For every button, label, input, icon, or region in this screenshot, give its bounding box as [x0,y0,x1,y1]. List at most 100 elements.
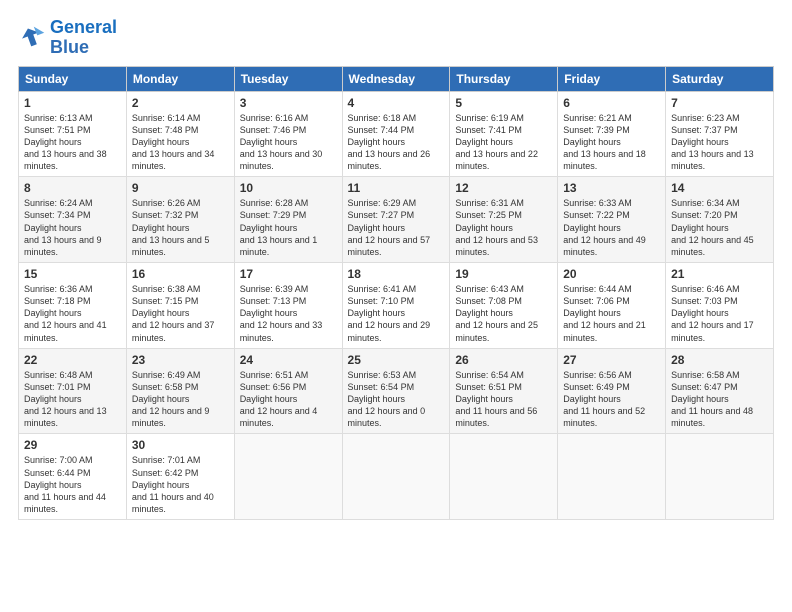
day-number: 13 [563,181,660,195]
table-row [558,434,666,520]
day-number: 17 [240,267,337,281]
table-row [234,434,342,520]
day-number: 26 [455,353,552,367]
table-row: 9 Sunrise: 6:26 AMSunset: 7:32 PMDayligh… [126,177,234,263]
logo: General Blue [18,18,117,58]
day-info: Sunrise: 6:38 AMSunset: 7:15 PMDaylight … [132,284,215,343]
table-row: 20 Sunrise: 6:44 AMSunset: 7:06 PMDaylig… [558,263,666,349]
table-row [342,434,450,520]
day-info: Sunrise: 6:41 AMSunset: 7:10 PMDaylight … [348,284,431,343]
day-number: 19 [455,267,552,281]
day-info: Sunrise: 6:54 AMSunset: 6:51 PMDaylight … [455,370,537,429]
day-number: 3 [240,96,337,110]
col-header-monday: Monday [126,66,234,91]
day-info: Sunrise: 6:44 AMSunset: 7:06 PMDaylight … [563,284,646,343]
day-info: Sunrise: 6:16 AMSunset: 7:46 PMDaylight … [240,113,323,172]
table-row: 22 Sunrise: 6:48 AMSunset: 7:01 PMDaylig… [19,348,127,434]
table-row: 13 Sunrise: 6:33 AMSunset: 7:22 PMDaylig… [558,177,666,263]
day-info: Sunrise: 6:26 AMSunset: 7:32 PMDaylight … [132,198,210,257]
day-number: 14 [671,181,768,195]
day-info: Sunrise: 7:01 AMSunset: 6:42 PMDaylight … [132,455,214,514]
table-row: 18 Sunrise: 6:41 AMSunset: 7:10 PMDaylig… [342,263,450,349]
col-header-friday: Friday [558,66,666,91]
day-number: 1 [24,96,121,110]
day-number: 29 [24,438,121,452]
day-number: 6 [563,96,660,110]
day-number: 16 [132,267,229,281]
table-row: 3 Sunrise: 6:16 AMSunset: 7:46 PMDayligh… [234,91,342,177]
day-number: 20 [563,267,660,281]
day-info: Sunrise: 6:34 AMSunset: 7:20 PMDaylight … [671,198,754,257]
day-info: Sunrise: 6:58 AMSunset: 6:47 PMDaylight … [671,370,753,429]
table-row: 24 Sunrise: 6:51 AMSunset: 6:56 PMDaylig… [234,348,342,434]
day-info: Sunrise: 6:33 AMSunset: 7:22 PMDaylight … [563,198,646,257]
col-header-saturday: Saturday [666,66,774,91]
col-header-wednesday: Wednesday [342,66,450,91]
table-row: 2 Sunrise: 6:14 AMSunset: 7:48 PMDayligh… [126,91,234,177]
day-info: Sunrise: 6:21 AMSunset: 7:39 PMDaylight … [563,113,646,172]
day-info: Sunrise: 6:14 AMSunset: 7:48 PMDaylight … [132,113,215,172]
table-row [666,434,774,520]
table-row: 4 Sunrise: 6:18 AMSunset: 7:44 PMDayligh… [342,91,450,177]
table-row: 10 Sunrise: 6:28 AMSunset: 7:29 PMDaylig… [234,177,342,263]
day-info: Sunrise: 6:29 AMSunset: 7:27 PMDaylight … [348,198,431,257]
day-number: 10 [240,181,337,195]
table-row: 1 Sunrise: 6:13 AMSunset: 7:51 PMDayligh… [19,91,127,177]
table-row: 14 Sunrise: 6:34 AMSunset: 7:20 PMDaylig… [666,177,774,263]
day-number: 22 [24,353,121,367]
col-header-thursday: Thursday [450,66,558,91]
table-row: 25 Sunrise: 6:53 AMSunset: 6:54 PMDaylig… [342,348,450,434]
table-row: 11 Sunrise: 6:29 AMSunset: 7:27 PMDaylig… [342,177,450,263]
table-row: 26 Sunrise: 6:54 AMSunset: 6:51 PMDaylig… [450,348,558,434]
table-row [450,434,558,520]
table-row: 8 Sunrise: 6:24 AMSunset: 7:34 PMDayligh… [19,177,127,263]
col-header-sunday: Sunday [19,66,127,91]
day-number: 27 [563,353,660,367]
day-info: Sunrise: 7:00 AMSunset: 6:44 PMDaylight … [24,455,106,514]
day-number: 25 [348,353,445,367]
table-row: 23 Sunrise: 6:49 AMSunset: 6:58 PMDaylig… [126,348,234,434]
table-row: 17 Sunrise: 6:39 AMSunset: 7:13 PMDaylig… [234,263,342,349]
table-row: 12 Sunrise: 6:31 AMSunset: 7:25 PMDaylig… [450,177,558,263]
table-row: 16 Sunrise: 6:38 AMSunset: 7:15 PMDaylig… [126,263,234,349]
day-info: Sunrise: 6:36 AMSunset: 7:18 PMDaylight … [24,284,107,343]
day-info: Sunrise: 6:13 AMSunset: 7:51 PMDaylight … [24,113,107,172]
table-row: 15 Sunrise: 6:36 AMSunset: 7:18 PMDaylig… [19,263,127,349]
day-info: Sunrise: 6:18 AMSunset: 7:44 PMDaylight … [348,113,431,172]
day-number: 23 [132,353,229,367]
day-number: 4 [348,96,445,110]
table-row: 27 Sunrise: 6:56 AMSunset: 6:49 PMDaylig… [558,348,666,434]
day-info: Sunrise: 6:24 AMSunset: 7:34 PMDaylight … [24,198,102,257]
day-number: 24 [240,353,337,367]
col-header-tuesday: Tuesday [234,66,342,91]
day-info: Sunrise: 6:39 AMSunset: 7:13 PMDaylight … [240,284,323,343]
day-number: 30 [132,438,229,452]
day-info: Sunrise: 6:51 AMSunset: 6:56 PMDaylight … [240,370,318,429]
day-info: Sunrise: 6:46 AMSunset: 7:03 PMDaylight … [671,284,754,343]
table-row: 21 Sunrise: 6:46 AMSunset: 7:03 PMDaylig… [666,263,774,349]
day-number: 2 [132,96,229,110]
day-info: Sunrise: 6:19 AMSunset: 7:41 PMDaylight … [455,113,538,172]
day-number: 9 [132,181,229,195]
table-row: 6 Sunrise: 6:21 AMSunset: 7:39 PMDayligh… [558,91,666,177]
day-info: Sunrise: 6:49 AMSunset: 6:58 PMDaylight … [132,370,210,429]
day-number: 21 [671,267,768,281]
day-number: 12 [455,181,552,195]
day-number: 8 [24,181,121,195]
day-info: Sunrise: 6:31 AMSunset: 7:25 PMDaylight … [455,198,538,257]
table-row: 19 Sunrise: 6:43 AMSunset: 7:08 PMDaylig… [450,263,558,349]
day-number: 11 [348,181,445,195]
day-number: 28 [671,353,768,367]
day-info: Sunrise: 6:28 AMSunset: 7:29 PMDaylight … [240,198,318,257]
table-row: 7 Sunrise: 6:23 AMSunset: 7:37 PMDayligh… [666,91,774,177]
table-row: 5 Sunrise: 6:19 AMSunset: 7:41 PMDayligh… [450,91,558,177]
day-info: Sunrise: 6:48 AMSunset: 7:01 PMDaylight … [24,370,107,429]
day-info: Sunrise: 6:43 AMSunset: 7:08 PMDaylight … [455,284,538,343]
day-number: 5 [455,96,552,110]
day-number: 18 [348,267,445,281]
day-info: Sunrise: 6:23 AMSunset: 7:37 PMDaylight … [671,113,754,172]
day-info: Sunrise: 6:56 AMSunset: 6:49 PMDaylight … [563,370,645,429]
table-row: 30 Sunrise: 7:01 AMSunset: 6:42 PMDaylig… [126,434,234,520]
calendar-table: SundayMondayTuesdayWednesdayThursdayFrid… [18,66,774,521]
logo-text: General Blue [50,18,117,58]
